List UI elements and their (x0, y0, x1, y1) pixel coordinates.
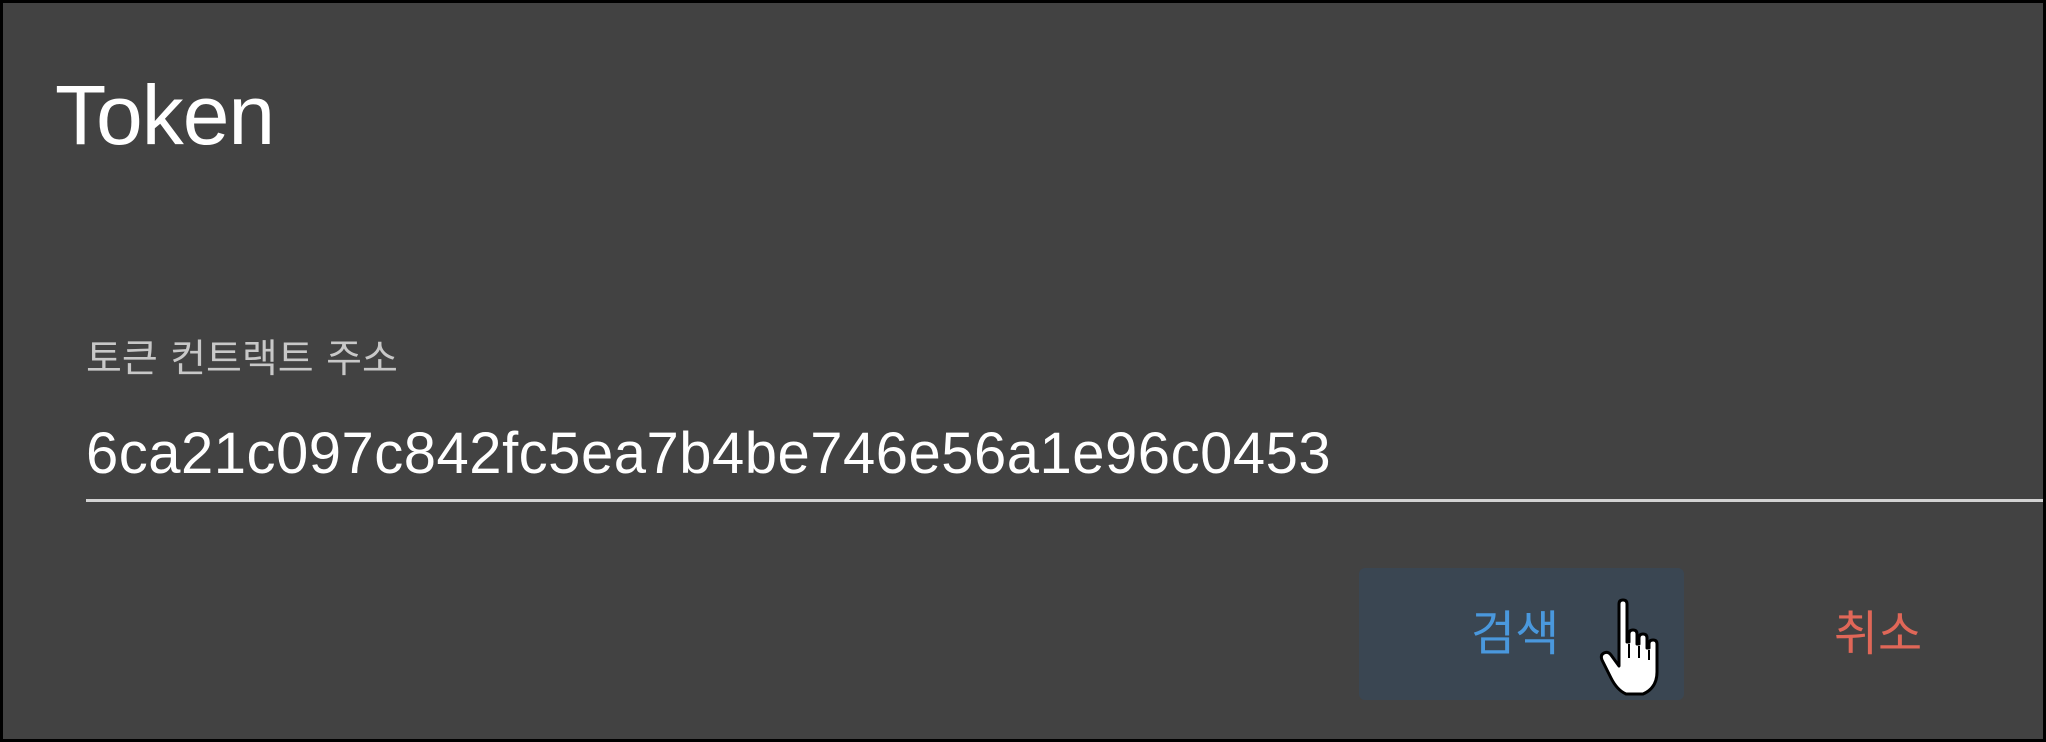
contract-address-field: 토큰 컨트랙트 주소 (86, 321, 2043, 506)
search-button-label: 검색 (1471, 606, 1560, 662)
cancel-button[interactable]: 취소 (1793, 568, 1963, 700)
contract-address-label: 토큰 컨트랙트 주소 (86, 337, 398, 382)
dialog-title: Token (55, 68, 275, 162)
contract-address-input[interactable] (86, 413, 2036, 493)
hand-pointer-icon (1599, 598, 1659, 696)
cancel-button-label: 취소 (1833, 606, 1923, 662)
token-dialog: Token 토큰 컨트랙트 주소 검색 취소 (0, 0, 2046, 742)
input-underline (86, 499, 2043, 502)
